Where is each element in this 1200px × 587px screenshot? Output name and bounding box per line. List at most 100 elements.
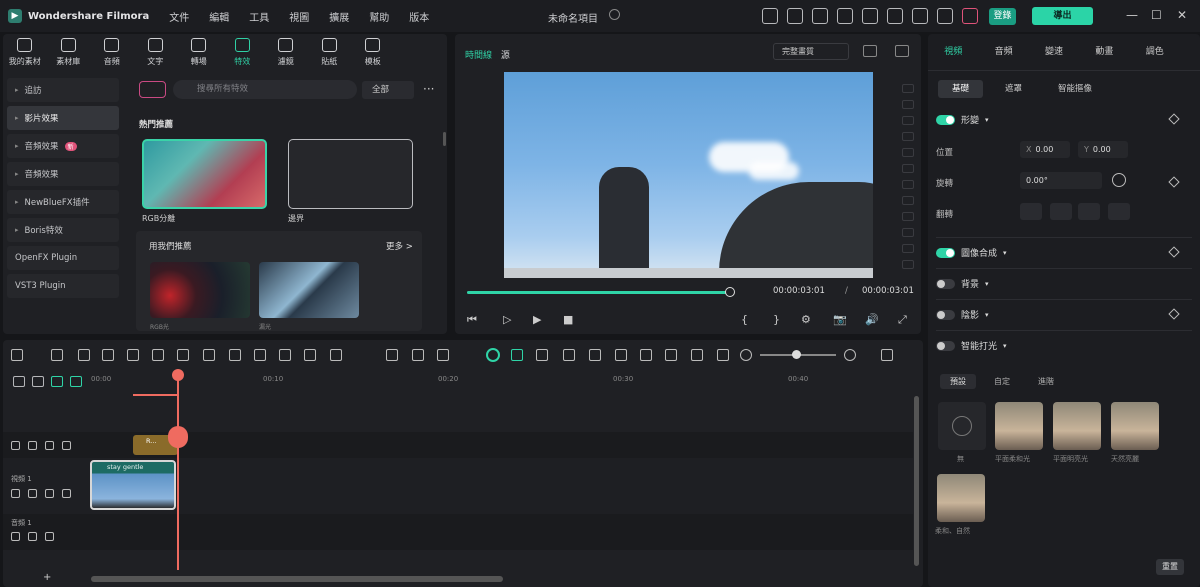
rotate-left-button[interactable] [1078,203,1100,220]
subtab-basic[interactable]: 基礎 [938,80,984,98]
minimize-button[interactable]: — [1126,8,1138,22]
add-track-button[interactable]: + [43,572,51,583]
tab-my-media[interactable]: 我的素材 [3,34,47,74]
filter-all-dropdown[interactable]: 全部 [362,81,414,99]
tab-audio[interactable]: 音頻 [90,34,134,74]
cut-icon[interactable] [152,349,164,361]
lighting-preset[interactable] [937,474,985,522]
recommend-card[interactable] [259,262,359,318]
freeze-icon[interactable] [330,349,342,361]
track-settings-icon[interactable] [881,349,893,361]
rotate-dial-icon[interactable] [1112,173,1126,187]
grid-icon[interactable] [937,8,953,24]
mixer-icon[interactable] [665,349,677,361]
flip-horizontal-button[interactable] [1050,203,1072,220]
speed-icon[interactable] [279,349,291,361]
login-button[interactable]: 登錄 [989,8,1016,25]
keyframe-icon[interactable] [1168,308,1180,320]
rotate-field[interactable]: 0.00° [1020,172,1102,189]
lock-icon[interactable] [11,532,20,541]
ai-copy-icon[interactable] [386,349,398,361]
tab-video[interactable]: 視頻 [944,44,962,57]
fullscreen-icon[interactable]: ⤢ [898,313,907,327]
transform-toggle[interactable] [936,114,955,125]
playhead-cut-button[interactable] [168,426,188,448]
eye-icon[interactable] [62,489,71,498]
feedback-icon[interactable] [812,8,828,24]
more-tools-icon[interactable] [437,349,449,361]
menu-view[interactable]: 視圖 [289,9,309,24]
subtab-mask[interactable]: 遮罩 [991,80,1036,98]
quality-dropdown[interactable]: 完整畫質 [773,43,849,60]
section-ai-lighting[interactable]: 智能打光 ▾ [936,339,1007,352]
more-options-button[interactable]: ··· [423,82,434,96]
lock-icon[interactable] [11,441,20,450]
render-icon[interactable] [717,349,729,361]
text-tool-icon[interactable] [203,349,215,361]
support-icon[interactable] [912,8,928,24]
play-reverse-button[interactable]: ▷ [503,313,511,326]
redo-icon[interactable] [102,349,114,361]
compositing-toggle[interactable] [936,247,955,258]
tab-audio-props[interactable]: 音頻 [995,44,1013,57]
menu-extend[interactable]: 擴展 [329,9,349,24]
link-icon[interactable] [45,489,54,498]
timeline-vertical-scrollbar[interactable] [914,396,919,566]
tab-stock[interactable]: 素材庫 [47,34,91,74]
delete-icon[interactable] [127,349,139,361]
category-item-video-effects[interactable]: ▸ 影片效果 [7,106,119,130]
more-link[interactable]: 更多 > [386,240,413,252]
recommend-card[interactable] [150,262,250,318]
subtab-ai-cutout[interactable]: 智能摳像 [1044,80,1106,98]
lighting-tab-advanced[interactable]: 進階 [1028,374,1064,389]
zoom-tool-icon[interactable] [254,349,266,361]
maximize-button[interactable]: ☐ [1151,8,1162,22]
category-item[interactable]: VST3 Plugin [7,274,119,298]
ai-assistant-icon[interactable] [486,348,500,362]
shield-icon[interactable] [536,349,548,361]
keyframe-icon[interactable] [1168,246,1180,258]
lighting-tab-preset[interactable]: 預設 [940,374,976,389]
zoom-slider-handle[interactable] [792,350,801,359]
progress-handle[interactable] [724,287,735,297]
side-tool-icon[interactable] [902,132,914,141]
mic-icon[interactable] [640,349,652,361]
menu-version[interactable]: 版本 [409,9,429,24]
play-button[interactable]: ▶ [533,313,541,326]
keyframe-icon[interactable] [1168,113,1180,125]
snapshot-icon[interactable]: 📷 [833,313,847,326]
settings-icon[interactable]: ⚙ [801,313,811,326]
layout-icon[interactable] [11,349,23,361]
prev-frame-button[interactable]: ⏮ [467,313,477,327]
split-icon[interactable] [511,349,523,361]
save-icon[interactable] [862,8,878,24]
reset-button[interactable]: 重置 [1156,559,1184,575]
scrollbar[interactable] [443,132,446,146]
add-track-icon[interactable] [13,376,25,387]
section-transform[interactable]: 形變 ▾ [936,113,989,126]
side-tool-icon[interactable] [902,100,914,109]
category-item[interactable]: OpenFX Plugin [7,246,119,270]
menu-edit[interactable]: 編輯 [209,9,229,24]
tab-templates[interactable]: 模板 [351,34,395,74]
lighting-preset[interactable] [995,402,1043,450]
section-shadow[interactable]: 陰影 ▾ [936,308,989,321]
cloud-status-icon[interactable] [609,9,620,20]
grid-view-icon[interactable] [863,45,877,57]
lighting-preset[interactable] [1053,402,1101,450]
marker-icon[interactable] [563,349,575,361]
filter-toggle-button[interactable] [139,81,166,98]
search-input[interactable]: 搜尋所有特效 [173,80,357,99]
ai-lighting-toggle[interactable] [936,340,955,351]
select-tool-icon[interactable] [51,349,63,361]
tab-source-preview[interactable]: 源 [501,51,510,61]
category-item[interactable]: ▸ 追訪 [7,78,119,102]
export-button[interactable]: 導出 [1032,7,1093,25]
send-icon[interactable] [787,8,803,24]
section-background[interactable]: 背景 ▾ [936,277,989,290]
keyframe-icon[interactable] [1168,176,1180,188]
chart-icon[interactable] [895,45,909,57]
link-icon[interactable] [45,441,54,450]
playhead-handle[interactable] [172,369,184,381]
flip-vertical-button[interactable] [1020,203,1042,220]
